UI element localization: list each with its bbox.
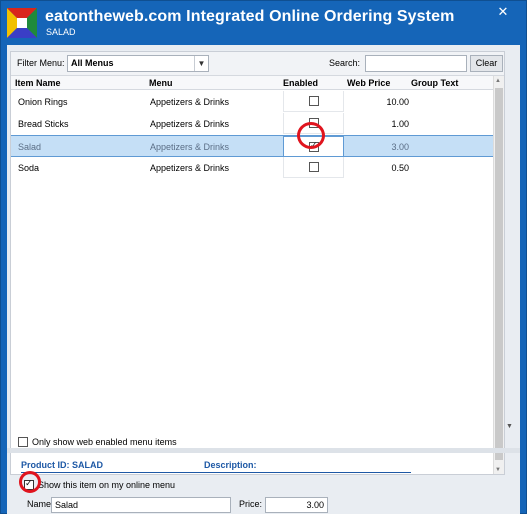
menu-cell: Appetizers & Drinks [150, 97, 230, 107]
only-web-enabled-label: Only show web enabled menu items [32, 437, 177, 447]
clear-button[interactable]: Clear [470, 55, 503, 72]
product-id-label: Product ID: SALAD [21, 460, 103, 470]
description-label: Description: [204, 460, 257, 470]
column-header-web-price[interactable]: Web Price [347, 78, 390, 88]
chevron-down-icon[interactable]: ▼ [194, 56, 208, 71]
detail-header-line [21, 472, 411, 473]
filter-menu-label: Filter Menu: [17, 58, 65, 68]
close-button[interactable]: ✕ [492, 3, 514, 21]
enabled-cell [283, 157, 344, 178]
enabled-checkbox[interactable] [309, 162, 319, 172]
menu-cell: Appetizers & Drinks [150, 119, 230, 129]
web-price-cell: 10.00 [386, 97, 409, 107]
search-label: Search: [329, 58, 361, 68]
search-input[interactable] [365, 55, 467, 72]
filter-menu-select[interactable]: All Menus ▼ [67, 55, 209, 72]
filter-bar: Filter Menu: All Menus ▼ Search: Clear [11, 52, 504, 76]
table-row[interactable]: Onion Rings Appetizers & Drinks 10.00 [11, 91, 493, 113]
name-field[interactable] [51, 497, 231, 513]
column-header-menu[interactable]: Menu [149, 78, 173, 88]
scroll-up-icon[interactable]: ▲ [495, 78, 501, 84]
title-bar: eatontheweb.com Integrated Online Orderi… [1, 1, 526, 45]
menu-cell: Appetizers & Drinks [150, 163, 230, 173]
table-row-selected[interactable]: Salad Appetizers & Drinks 3.00 [11, 135, 493, 157]
show-online-label: Show this item on my online menu [38, 480, 176, 490]
filter-menu-value: All Menus [71, 58, 114, 68]
name-label: Name: [27, 499, 54, 509]
annotation-circle [19, 471, 41, 493]
web-price-cell: 0.50 [391, 163, 409, 173]
column-header-item-name[interactable]: Item Name [15, 78, 61, 88]
detail-panel: Product ID: SALAD Description: Show this… [7, 453, 520, 514]
item-name-cell: Onion Rings [18, 97, 68, 107]
table-row[interactable]: Bread Sticks Appetizers & Drinks 1.00 [11, 113, 493, 135]
scroll-down-icon[interactable]: ▼ [506, 423, 516, 435]
item-name-cell: Bread Sticks [18, 119, 69, 129]
price-field[interactable] [265, 497, 328, 513]
item-name-cell: Soda [18, 163, 40, 173]
window-title: eatontheweb.com Integrated Online Orderi… [45, 8, 455, 25]
web-price-cell: 1.00 [391, 119, 409, 129]
grid-rows: Onion Rings Appetizers & Drinks 10.00 Br… [11, 91, 493, 179]
scroll-thumb[interactable] [495, 88, 503, 460]
window-subtitle: SALAD [46, 27, 76, 37]
column-header-enabled[interactable]: Enabled [283, 78, 318, 88]
item-name-cell: Salad [18, 142, 42, 152]
web-price-cell: 3.00 [391, 142, 409, 152]
only-web-enabled-checkbox[interactable] [18, 437, 28, 447]
enabled-cell [283, 91, 344, 112]
grid-header: Item Name Menu Enabled Web Price Group T… [11, 76, 493, 90]
app-logo-icon [7, 8, 37, 38]
menu-cell: Appetizers & Drinks [150, 142, 230, 152]
table-row[interactable]: Soda Appetizers & Drinks 0.50 [11, 157, 493, 179]
client-area: Filter Menu: All Menus ▼ Search: Clear I… [7, 45, 520, 514]
enabled-checkbox[interactable] [309, 96, 319, 106]
annotation-circle [297, 122, 325, 149]
menu-items-panel: Filter Menu: All Menus ▼ Search: Clear I… [10, 51, 505, 475]
column-header-group-text[interactable]: Group Text [411, 78, 458, 88]
app-window: eatontheweb.com Integrated Online Orderi… [0, 0, 527, 514]
price-label: Price: [239, 499, 263, 509]
close-icon: ✕ [497, 4, 509, 19]
grid-scrollbar[interactable]: ▲ ▼ [493, 76, 504, 474]
